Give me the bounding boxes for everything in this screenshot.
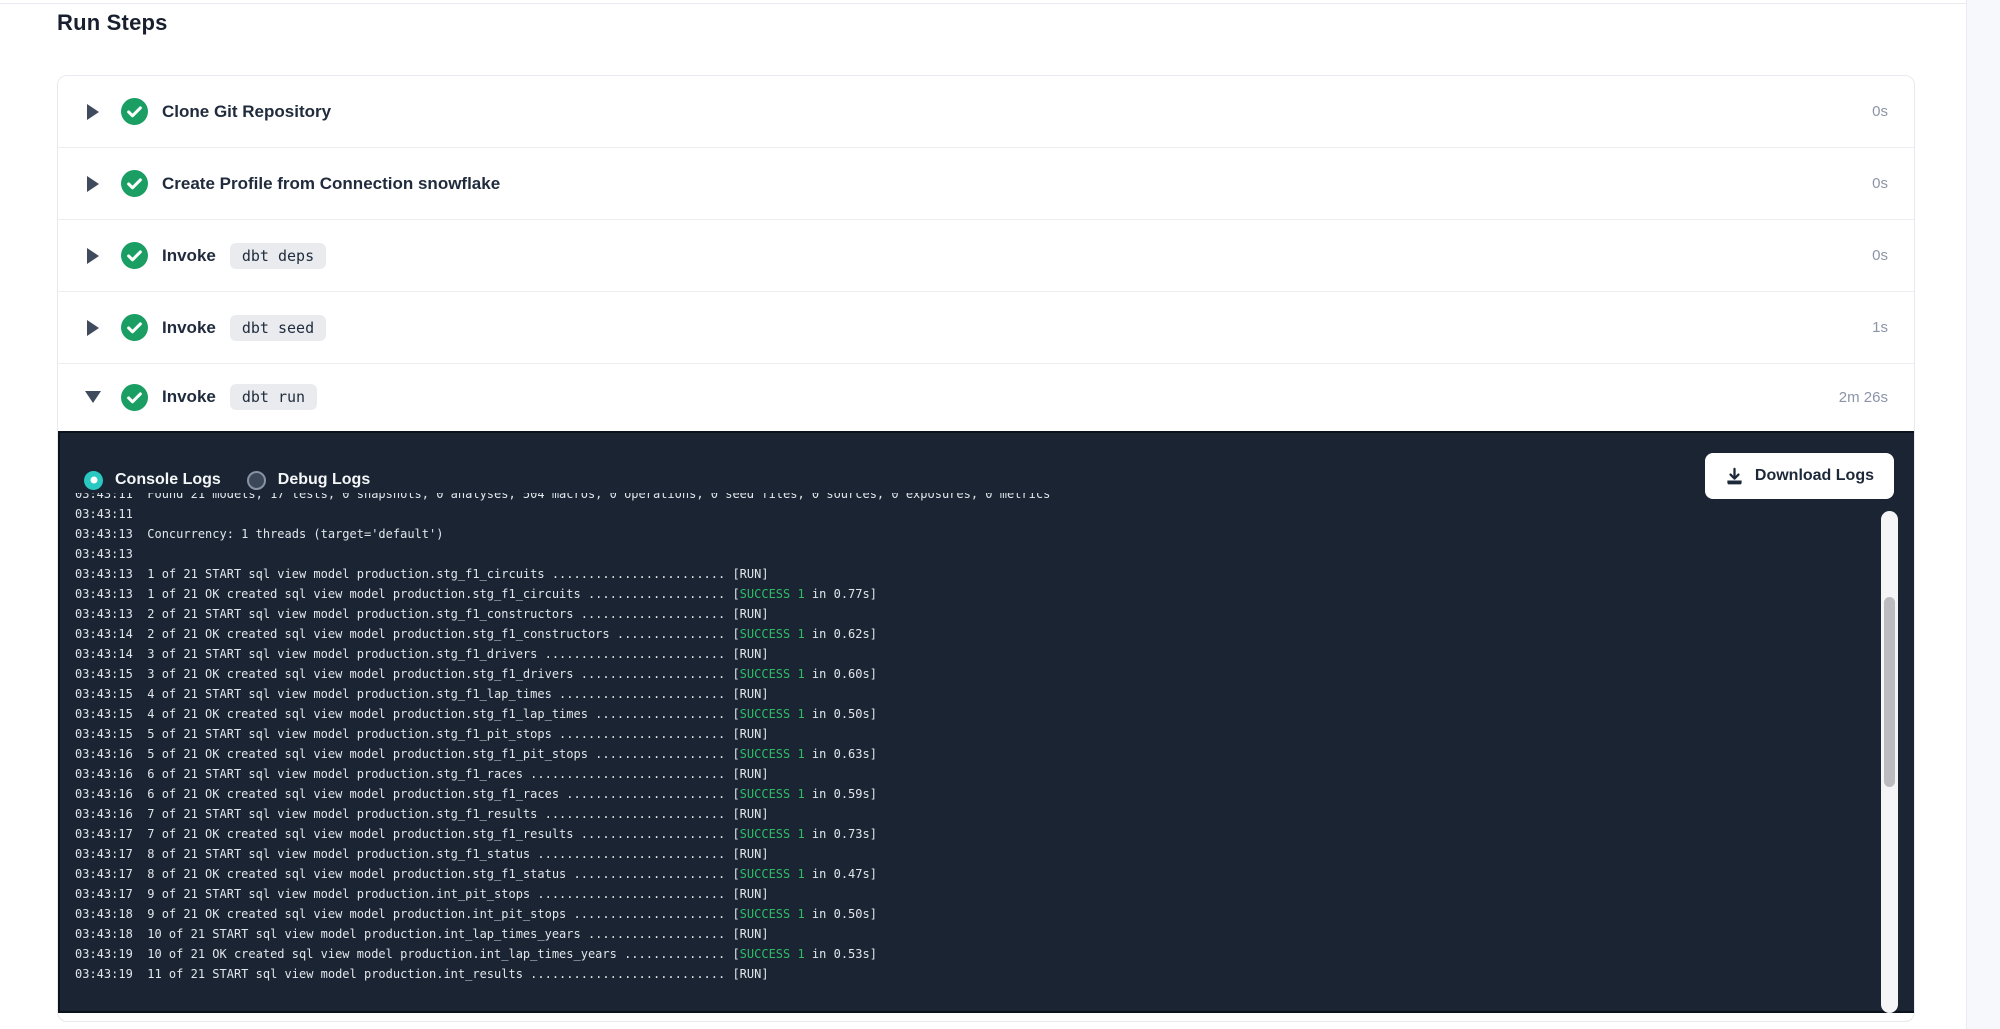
log-line: 03:43:13 [75, 544, 1874, 564]
check-success-icon [121, 98, 148, 125]
command-badge: dbt deps [230, 243, 326, 269]
log-line: 03:43:13 2 of 21 START sql view model pr… [75, 604, 1874, 624]
step-row-dbt-deps[interactable]: Invoke dbt deps 0s [58, 220, 1914, 292]
log-line: 03:43:13 Concurrency: 1 threads (target=… [75, 524, 1874, 544]
log-line: 03:43:16 5 of 21 OK created sql view mod… [75, 744, 1874, 764]
log-success-status: SUCCESS 1 [740, 747, 805, 761]
log-line: 03:43:14 2 of 21 OK created sql view mod… [75, 624, 1874, 644]
log-success-status: SUCCESS 1 [740, 787, 805, 801]
console-logs-radio[interactable]: Console Logs [84, 471, 221, 490]
log-line: 03:43:17 8 of 21 OK created sql view mod… [75, 864, 1874, 884]
log-success-status: SUCCESS 1 [740, 867, 805, 881]
log-line: 03:43:17 9 of 21 START sql view model pr… [75, 884, 1874, 904]
step-label: Invoke [162, 387, 216, 407]
console-log-output[interactable]: 03:43:11 Found 21 models, 17 tests, 0 sn… [75, 493, 1874, 1005]
step-row-clone-git[interactable]: Clone Git Repository 0s [58, 76, 1914, 148]
log-success-status: SUCCESS 1 [740, 907, 805, 921]
step-row-create-profile[interactable]: Create Profile from Connection snowflake… [58, 148, 1914, 220]
caret-right-icon[interactable] [86, 176, 100, 192]
step-duration: 1s [1872, 319, 1888, 336]
log-line: 03:43:18 9 of 21 OK created sql view mod… [75, 904, 1874, 924]
step-row-dbt-seed[interactable]: Invoke dbt seed 1s [58, 292, 1914, 364]
step-label: Create Profile from Connection snowflake [162, 174, 500, 194]
log-line: 03:43:17 7 of 21 OK created sql view mod… [75, 824, 1874, 844]
log-line: 03:43:16 7 of 21 START sql view model pr… [75, 804, 1874, 824]
log-line: 03:43:11 Found 21 models, 17 tests, 0 sn… [75, 493, 1874, 504]
step-duration: 0s [1872, 175, 1888, 192]
debug-logs-radio[interactable]: Debug Logs [247, 471, 370, 490]
step-row-dbt-run[interactable]: Invoke dbt run 2m 26s [58, 364, 1914, 430]
console-panel: Console Logs Debug Logs Download Logs 03… [58, 431, 1915, 1013]
log-line: 03:43:14 3 of 21 START sql view model pr… [75, 644, 1874, 664]
log-line: 03:43:13 1 of 21 OK created sql view mod… [75, 584, 1874, 604]
log-line: 03:43:15 3 of 21 OK created sql view mod… [75, 664, 1874, 684]
command-badge: dbt seed [230, 315, 326, 341]
caret-right-icon[interactable] [86, 104, 100, 120]
radio-selected-icon [84, 471, 103, 490]
download-logs-label: Download Logs [1755, 467, 1874, 485]
log-line: 03:43:19 11 of 21 START sql view model p… [75, 964, 1874, 984]
log-line: 03:43:17 8 of 21 START sql view model pr… [75, 844, 1874, 864]
right-gutter [1966, 0, 2000, 1029]
log-line: 03:43:15 4 of 21 OK created sql view mod… [75, 704, 1874, 724]
scrollbar-thumb[interactable] [1884, 597, 1895, 787]
log-success-status: SUCCESS 1 [740, 667, 805, 681]
step-label: Invoke [162, 246, 216, 266]
log-line: 03:43:11 [75, 504, 1874, 524]
log-success-status: SUCCESS 1 [740, 587, 805, 601]
radio-label: Console Logs [115, 471, 221, 489]
caret-down-icon[interactable] [86, 391, 100, 403]
console-scrollbar[interactable] [1881, 511, 1898, 1013]
log-line: 03:43:15 4 of 21 START sql view model pr… [75, 684, 1874, 704]
caret-right-icon[interactable] [86, 320, 100, 336]
download-icon [1725, 467, 1744, 486]
console-header: Console Logs Debug Logs Download Logs [60, 433, 1914, 499]
command-badge: dbt run [230, 384, 317, 410]
step-duration: 0s [1872, 247, 1888, 264]
step-label: Invoke [162, 318, 216, 338]
log-success-status: SUCCESS 1 [740, 707, 805, 721]
step-duration: 0s [1872, 103, 1888, 120]
caret-right-icon[interactable] [86, 248, 100, 264]
check-success-icon [121, 170, 148, 197]
check-success-icon [121, 242, 148, 269]
log-line: 03:43:16 6 of 21 START sql view model pr… [75, 764, 1874, 784]
log-success-status: SUCCESS 1 [740, 827, 805, 841]
top-divider [0, 3, 1966, 4]
log-line: 03:43:18 10 of 21 START sql view model p… [75, 924, 1874, 944]
log-success-status: SUCCESS 1 [740, 947, 805, 961]
log-success-status: SUCCESS 1 [740, 627, 805, 641]
page-title: Run Steps [57, 10, 168, 36]
radio-label: Debug Logs [278, 471, 370, 489]
log-line: 03:43:19 10 of 21 OK created sql view mo… [75, 944, 1874, 964]
step-duration: 2m 26s [1839, 389, 1888, 406]
run-steps-card: Clone Git Repository 0s Create Profile f… [57, 75, 1915, 1022]
log-line: 03:43:13 1 of 21 START sql view model pr… [75, 564, 1874, 584]
log-line: 03:43:16 6 of 21 OK created sql view mod… [75, 784, 1874, 804]
log-line: 03:43:15 5 of 21 START sql view model pr… [75, 724, 1874, 744]
run-steps-page: Run Steps Clone Git Repository 0s Create… [0, 0, 2000, 1029]
radio-unselected-icon [247, 471, 266, 490]
check-success-icon [121, 314, 148, 341]
step-label: Clone Git Repository [162, 102, 331, 122]
check-success-icon [121, 384, 148, 411]
